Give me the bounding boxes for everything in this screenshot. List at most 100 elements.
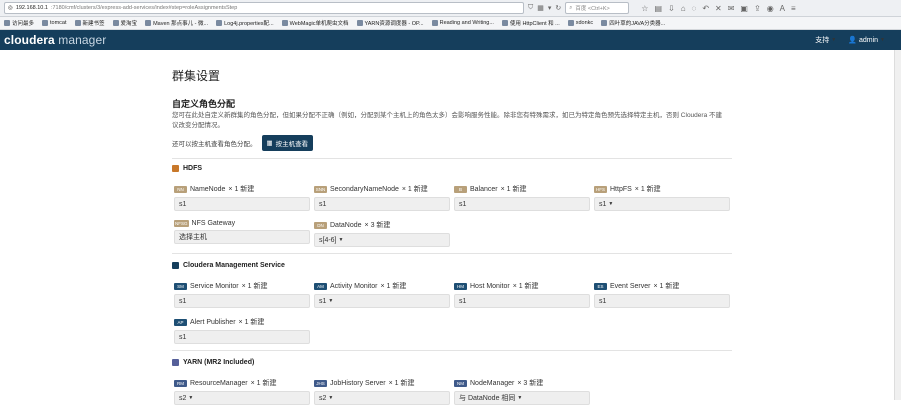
role-name: NameNode [190,185,226,193]
role-event-server: ES Event Server × 1 新建 s1 [594,281,730,308]
dropdown-icon[interactable]: ▾ [548,4,552,12]
view-by-host-button[interactable]: ▦ 按主机查看 [261,135,314,151]
role-datanode: DN DataNode × 3 新建 s[4-6] ▼ [314,220,450,247]
host-selector[interactable]: s1 [454,197,590,211]
host-selector[interactable]: s[4-6] ▼ [314,233,450,247]
role-count: × 1 新建 [401,186,428,193]
search-input[interactable]: ⌕ 百度 <Ctrl+K> [565,2,630,14]
caret-down-icon: ▼ [188,395,194,401]
host-selector[interactable]: s1 [454,294,590,308]
role-count: × 1 新建 [380,283,407,290]
role-service-monitor: SM Service Monitor × 1 新建 s1 [174,281,310,308]
bookmark-item[interactable]: xdonkc [567,20,593,26]
role-activity-monitor: AM Activity Monitor × 1 新建 s1 ▼ [314,281,450,308]
role-count: × 1 新建 [228,186,255,193]
bookmark-icon [281,20,288,26]
caret-down-icon: ▼ [328,298,334,304]
clipboard-icon[interactable]: ▤ [654,4,662,13]
bookmark-item[interactable]: YARN资源调度器 - OP... [356,19,424,27]
role-count: × 1 新建 [241,283,268,290]
bookmark-icon [112,20,119,26]
video-icon[interactable]: ▣ [740,4,748,13]
bookmark-icon [501,20,508,26]
bookmark-item[interactable]: 四叶草的JAVA分类器... [601,19,665,27]
mail-icon[interactable]: ✉ [728,4,735,13]
url-host: 192.168.10.1 [15,5,48,11]
role-count: × 1 新建 [500,186,527,193]
host-selector[interactable]: s1 [174,197,310,211]
chat-icon[interactable]: ◌ [692,4,697,13]
role-tag: NM [454,379,467,387]
cloudera-logo[interactable]: cloudera manager [4,33,106,47]
role-name: Alert Publisher [190,318,236,326]
user-menu[interactable]: 👤 admin ▼ [848,35,885,45]
bookmark-icon [567,20,574,26]
bookmark-item[interactable]: Log4j.properties配... [216,19,274,27]
back-icon[interactable]: ↶ [702,4,709,13]
role-name: Event Server [610,282,651,290]
role-alert-publisher: AP Alert Publisher × 1 新建 s1 [174,317,310,344]
bookmark-item[interactable]: Reading and Writing... [431,20,494,26]
bookmark-item[interactable]: 访问最多 [4,19,34,27]
host-selector[interactable]: s1 [314,197,450,211]
address-bar[interactable]: ◎ 192.168.10.1:7180/cmf/clusters/3/expre… [4,2,524,14]
tools-icon[interactable]: ✕ [715,4,722,13]
cms-icon [172,262,179,269]
menu-icon[interactable]: ≡ [791,4,796,13]
shield-icon[interactable]: ⛉ [528,4,533,12]
bookmark-item[interactable]: tomcat [42,20,67,26]
host-selector[interactable]: s1 [174,294,310,308]
host-selector[interactable]: s1 [594,294,730,308]
refresh-icon[interactable]: ↻ [555,4,561,12]
bookmark-item[interactable]: Maven 那点事儿 - 微... [145,19,208,27]
host-selector[interactable]: s2 ▼ [174,391,310,405]
divider [172,350,732,351]
home-icon[interactable]: ⌂ [681,4,686,13]
host-selector[interactable]: s1 [174,330,310,344]
bookmark-item[interactable]: 使用 HttpClient 和 ... [501,19,560,27]
role-tag: AP [174,318,187,326]
role-count: × 1 新建 [634,186,661,193]
page-title: 群集设置 [172,69,221,83]
host-selector[interactable]: s1 ▼ [594,197,730,211]
role-count: × 1 新建 [653,283,680,290]
bookmark-item[interactable]: 爱淘宝 [112,19,137,27]
support-menu[interactable]: 支持 ▼ [815,35,836,45]
share-icon[interactable]: ⇪ [754,4,761,13]
bookmark-item[interactable]: WebMagic单机爬虫文档 [281,19,349,27]
bookmark-icon [145,20,152,26]
host-selector[interactable]: s1 ▼ [314,294,450,308]
caret-down-icon: ▼ [338,237,344,243]
bookmarks-bar: 访问最多 tomcat 新建书签 爱淘宝 Maven 那点事儿 - 微... L… [0,17,901,30]
addon-icon[interactable]: ◉ [767,4,774,13]
role-tag: SM [174,282,187,290]
chevron-down-icon: ▼ [831,37,837,43]
qr-icon[interactable]: ▦ [537,4,544,12]
role-name: Service Monitor [190,282,239,290]
service-header-yarn: YARN (MR2 Included) [172,359,254,366]
page-scrollbar[interactable] [894,50,901,400]
star-icon[interactable]: ☆ [641,4,648,13]
host-view-line: 还可以按主机查看角色分配。 ▦ 按主机查看 [172,135,314,151]
role-name: NodeManager [470,379,515,387]
divider [172,253,732,254]
service-header-cms: Cloudera Management Service [172,262,285,269]
role-name: DataNode [330,221,362,229]
host-selector[interactable]: s2 ▼ [314,391,450,405]
download-icon[interactable]: ⇩ [668,4,675,13]
role-tag: DN [314,221,327,229]
hdfs-icon [172,165,179,172]
bookmark-icon [601,20,608,26]
role-tag: ES [594,282,607,290]
host-selector[interactable]: 选择主机 [174,230,310,244]
host-selector[interactable]: 与 DataNode 相同 ▼ [454,391,590,405]
role-resourcemanager: RM ResourceManager × 1 新建 s2 ▼ [174,378,310,405]
translate-icon[interactable]: A [780,4,785,13]
role-name: JobHistory Server [330,379,386,387]
bookmark-item[interactable]: 新建书签 [74,19,105,27]
role-httpfs: HFS HttpFS × 1 新建 s1 ▼ [594,184,730,211]
role-name: SecondaryNameNode [330,185,399,193]
role-tag: SNN [314,185,327,193]
role-tag: JHS [314,379,327,387]
browser-toolbar: ◎ 192.168.10.1:7180/cmf/clusters/3/expre… [0,0,901,17]
